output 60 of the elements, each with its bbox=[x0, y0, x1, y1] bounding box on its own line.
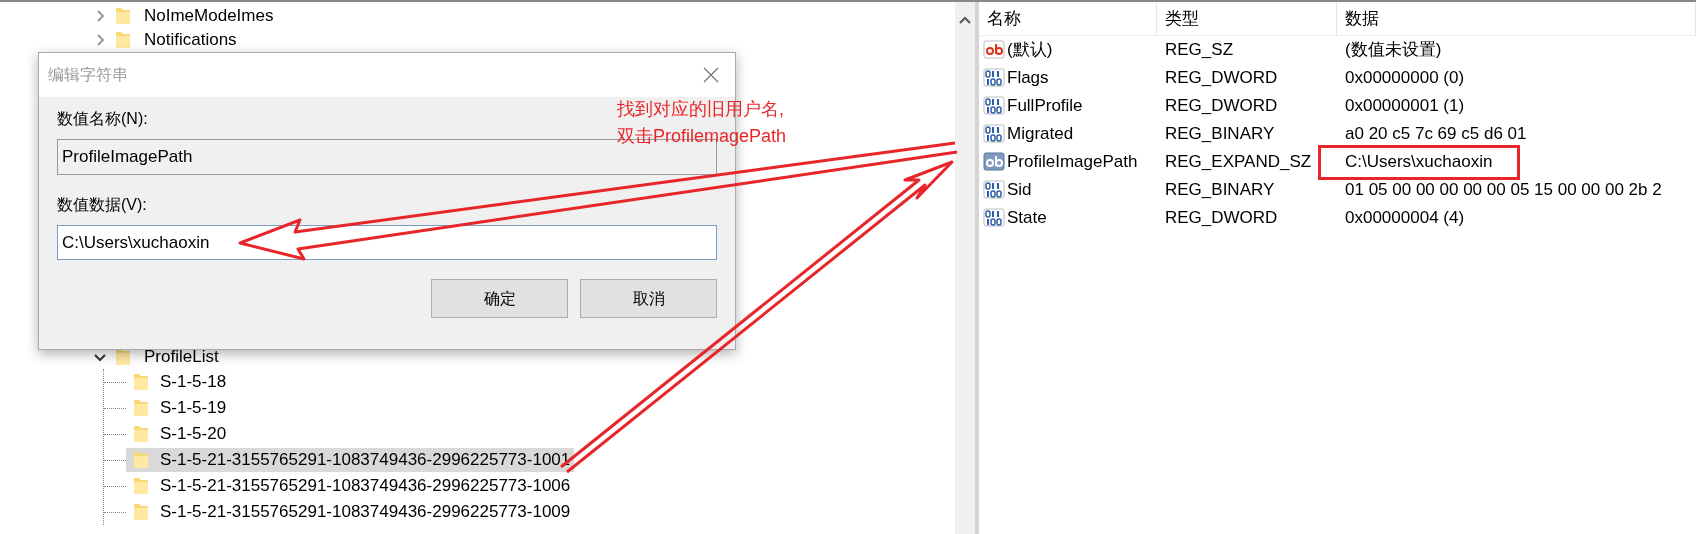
cancel-button[interactable]: 取消 bbox=[580, 279, 717, 318]
string-value-icon bbox=[983, 152, 1005, 172]
value-name[interactable]: Sid bbox=[1007, 177, 1032, 203]
value-data: 0x00000000 (0) bbox=[1345, 68, 1465, 88]
column-header[interactable]: 数据 bbox=[1337, 2, 1696, 35]
value-type: REG_DWORD bbox=[1164, 95, 1279, 118]
data-field[interactable]: C:\Users\xuchaoxin bbox=[57, 225, 717, 260]
value-name[interactable]: FullProfile bbox=[1007, 93, 1083, 119]
value-name[interactable]: State bbox=[1007, 205, 1047, 231]
value-type: REG_BINARY bbox=[1164, 123, 1276, 146]
folder-icon bbox=[116, 32, 130, 48]
value-name[interactable]: (默认) bbox=[1007, 37, 1053, 63]
value-data: (数值未设置) bbox=[1345, 40, 1442, 60]
tree-item[interactable]: NoImeModeImes bbox=[144, 3, 274, 29]
value-name[interactable]: Flags bbox=[1007, 65, 1049, 91]
binary-value-icon bbox=[983, 180, 1005, 200]
folder-icon bbox=[134, 504, 148, 520]
tree-item[interactable]: S-1-5-19 bbox=[126, 396, 231, 420]
field-label: 数值名称(N): bbox=[57, 109, 148, 129]
field-label: 数值数据(V): bbox=[57, 195, 147, 215]
chevron-up-icon[interactable] bbox=[959, 16, 971, 24]
folder-icon bbox=[134, 400, 148, 416]
column-header[interactable]: 类型 bbox=[1157, 2, 1337, 35]
ok-button[interactable]: 确定 bbox=[431, 279, 568, 318]
chevron-down-icon[interactable] bbox=[94, 351, 106, 363]
value-name[interactable]: Migrated bbox=[1007, 121, 1074, 147]
folder-icon bbox=[134, 478, 148, 494]
scrollbar[interactable] bbox=[955, 2, 975, 534]
tree-item[interactable]: S-1-5-21-3155765291-1083749436-2996225773-1001 bbox=[126, 448, 575, 472]
binary-value-icon bbox=[983, 124, 1005, 144]
tree-item[interactable]: S-1-5-21-3155765291-1083749436-2996225773-1009 bbox=[126, 500, 575, 524]
tree-item[interactable]: Notifications bbox=[144, 27, 237, 53]
value-type: REG_SZ bbox=[1164, 39, 1235, 62]
value-type: REG_BINARY bbox=[1164, 179, 1276, 202]
value-data: a0 20 c5 7c 69 c5 d6 01 bbox=[1345, 124, 1527, 144]
folder-icon bbox=[134, 426, 148, 442]
tree-item[interactable]: S-1-5-18 bbox=[126, 370, 231, 394]
dialog-title: 编辑字符串 bbox=[48, 65, 128, 85]
chevron-right-icon[interactable] bbox=[94, 10, 106, 22]
chevron-right-icon[interactable] bbox=[94, 34, 106, 46]
binary-value-icon bbox=[983, 208, 1005, 228]
annotation-note: 找到对应的旧用户名, bbox=[617, 98, 785, 121]
value-data: 0x00000001 (1) bbox=[1345, 96, 1465, 116]
value-type: REG_DWORD bbox=[1164, 67, 1279, 90]
value-data: C:\Users\xuchaoxin bbox=[1345, 152, 1493, 172]
tree-item[interactable]: S-1-5-20 bbox=[126, 422, 231, 446]
value-data: 01 05 00 00 00 00 00 05 15 00 00 00 2b 2 bbox=[1345, 180, 1662, 200]
folder-icon bbox=[134, 374, 148, 390]
folder-icon bbox=[134, 452, 148, 468]
column-header[interactable]: 名称 bbox=[979, 2, 1157, 35]
value-data: 0x00000004 (4) bbox=[1345, 208, 1465, 228]
value-type: REG_DWORD bbox=[1164, 207, 1279, 230]
string-value-icon bbox=[983, 40, 1005, 60]
tree-item[interactable]: S-1-5-21-3155765291-1083749436-2996225773-1006 bbox=[126, 474, 575, 498]
folder-icon bbox=[116, 8, 130, 24]
binary-value-icon bbox=[983, 68, 1005, 88]
value-name[interactable]: ProfileImagePath bbox=[1007, 149, 1138, 175]
value-type: REG_EXPAND_SZ bbox=[1164, 151, 1313, 174]
binary-value-icon bbox=[983, 96, 1005, 116]
close-icon[interactable] bbox=[703, 67, 719, 83]
